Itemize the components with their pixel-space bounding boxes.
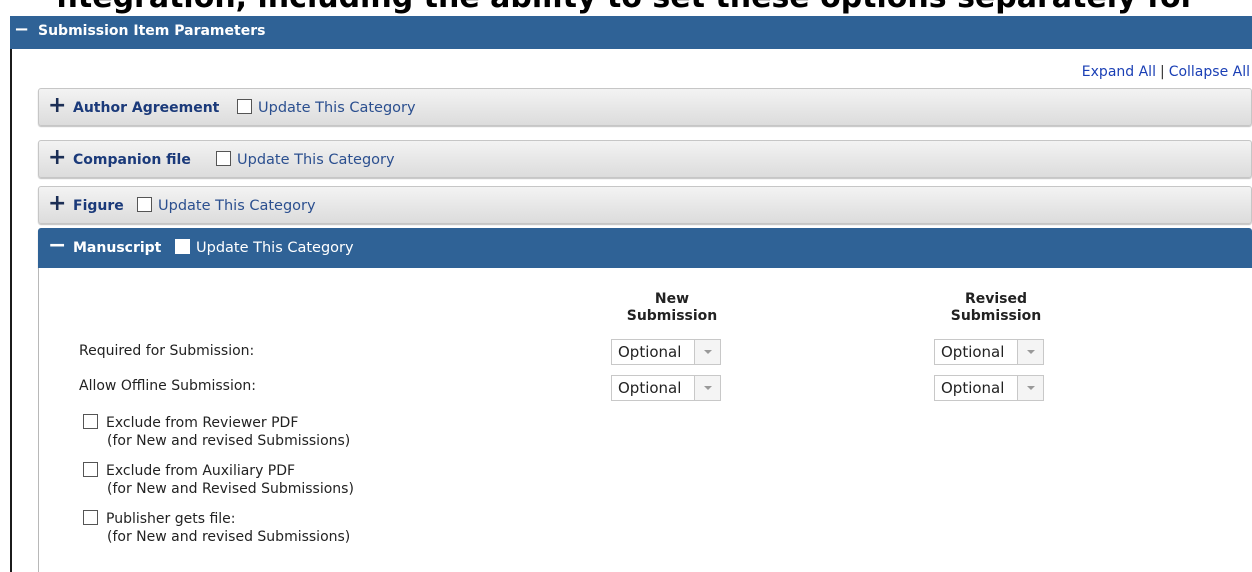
update-category-label: Update This Category bbox=[237, 152, 395, 168]
required-new-submission-select[interactable]: Optional bbox=[611, 339, 721, 365]
category-name: Manuscript bbox=[73, 240, 162, 256]
manuscript-panel: New Submission Revised Submission Requir… bbox=[38, 268, 1252, 572]
chevron-down-icon[interactable] bbox=[694, 340, 720, 364]
update-category-option[interactable]: Update This Category bbox=[216, 151, 395, 168]
chevron-down-icon[interactable] bbox=[1017, 340, 1043, 364]
update-category-checkbox[interactable] bbox=[237, 99, 252, 114]
update-category-checkbox[interactable] bbox=[137, 197, 152, 212]
collapse-icon[interactable]: − bbox=[48, 233, 66, 258]
offline-revised-submission-select[interactable]: Optional bbox=[934, 375, 1044, 401]
column-header-new-submission: New Submission bbox=[626, 291, 718, 324]
offline-new-submission-select[interactable]: Optional bbox=[611, 375, 721, 401]
category-name: Figure bbox=[73, 198, 124, 214]
publisher-gets-file-checkbox[interactable] bbox=[83, 510, 98, 525]
submission-item-parameters-header[interactable]: − Submission Item Parameters bbox=[10, 16, 1252, 49]
update-category-label: Update This Category bbox=[258, 100, 416, 116]
category-manuscript[interactable]: − Manuscript Update This Category bbox=[38, 228, 1252, 268]
update-category-option[interactable]: Update This Category bbox=[175, 239, 354, 256]
category-figure[interactable]: + Figure Update This Category bbox=[38, 186, 1252, 224]
required-for-submission-label: Required for Submission: bbox=[79, 343, 255, 359]
expand-all-link[interactable]: Expand All bbox=[1082, 64, 1156, 80]
publisher-gets-file-option[interactable]: Publisher gets file: (for New and revise… bbox=[83, 510, 350, 545]
update-category-label: Update This Category bbox=[158, 198, 316, 214]
chevron-down-icon[interactable] bbox=[694, 376, 720, 400]
update-category-label: Update This Category bbox=[196, 240, 354, 256]
update-category-checkbox[interactable] bbox=[216, 151, 231, 166]
exclude-reviewer-pdf-checkbox[interactable] bbox=[83, 414, 98, 429]
expand-collapse-links: Expand All | Collapse All bbox=[1082, 64, 1250, 80]
exclude-auxiliary-pdf-option[interactable]: Exclude from Auxiliary PDF (for New and … bbox=[83, 462, 354, 497]
update-category-option[interactable]: Update This Category bbox=[237, 99, 416, 116]
collapse-all-link[interactable]: Collapse All bbox=[1169, 64, 1250, 80]
expand-icon[interactable]: + bbox=[48, 145, 66, 170]
update-category-option[interactable]: Update This Category bbox=[137, 197, 316, 214]
expand-icon[interactable]: + bbox=[48, 191, 66, 216]
category-companion-file[interactable]: + Companion file Update This Category bbox=[38, 140, 1252, 178]
allow-offline-submission-label: Allow Offline Submission: bbox=[79, 378, 257, 394]
top-caption: ntegration, including the ability to set… bbox=[0, 0, 1252, 16]
link-separator: | bbox=[1159, 64, 1165, 80]
exclude-auxiliary-pdf-checkbox[interactable] bbox=[83, 462, 98, 477]
category-name: Companion file bbox=[73, 152, 191, 168]
exclude-reviewer-pdf-option[interactable]: Exclude from Reviewer PDF (for New and r… bbox=[83, 414, 350, 449]
column-header-revised-submission: Revised Submission bbox=[950, 291, 1042, 324]
chevron-down-icon[interactable] bbox=[1017, 376, 1043, 400]
category-author-agreement[interactable]: + Author Agreement Update This Category bbox=[38, 88, 1252, 126]
required-revised-submission-select[interactable]: Optional bbox=[934, 339, 1044, 365]
update-category-checkbox[interactable] bbox=[175, 239, 190, 254]
category-name: Author Agreement bbox=[73, 100, 220, 116]
expand-icon[interactable]: + bbox=[48, 93, 66, 118]
section-title: Submission Item Parameters bbox=[38, 23, 266, 39]
collapse-icon[interactable]: − bbox=[14, 19, 29, 40]
